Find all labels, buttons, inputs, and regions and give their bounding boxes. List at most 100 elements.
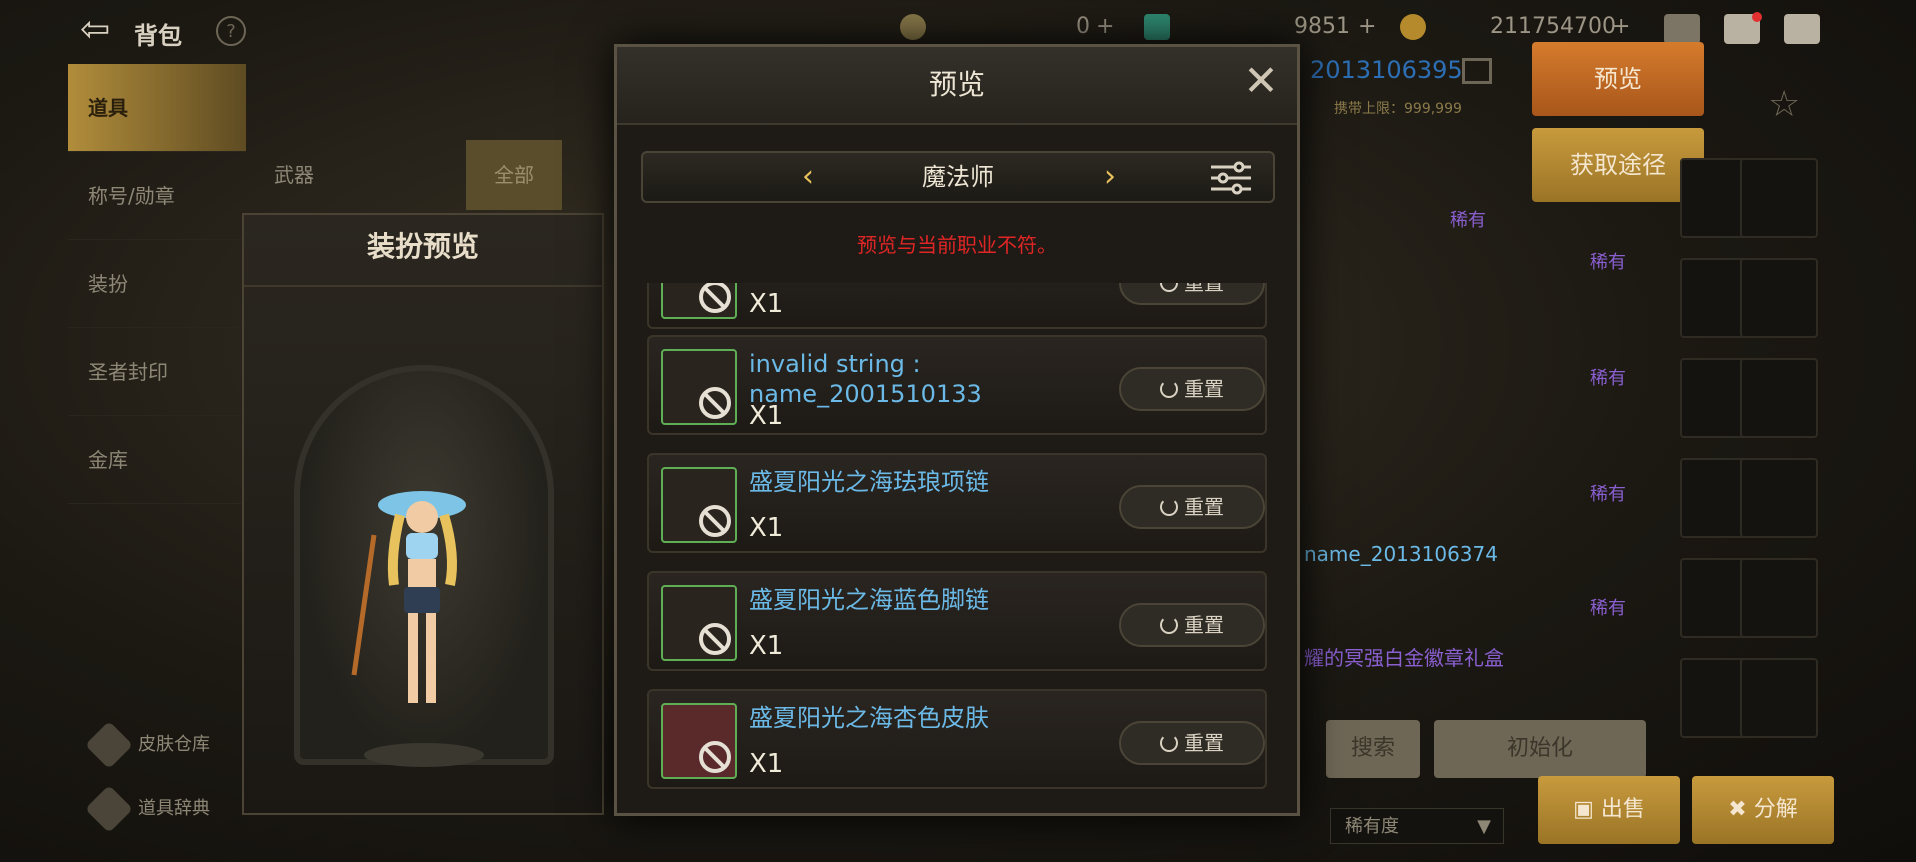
moon-currency-icon	[900, 14, 926, 40]
close-icon[interactable]: ✕	[1241, 60, 1281, 102]
tab-all[interactable]: 全部	[466, 140, 562, 210]
disassemble-icon: ✖	[1728, 797, 1754, 822]
item-thumbnail	[661, 703, 737, 779]
refresh-icon	[1160, 498, 1178, 516]
chevron-left-icon[interactable]: ‹	[793, 159, 823, 195]
skin-storage-label: 皮肤仓库	[138, 734, 210, 755]
list-item: X1 重置	[647, 283, 1267, 329]
obtain-route-button[interactable]: 获取途径	[1532, 128, 1704, 202]
item-quantity: X1	[749, 513, 784, 543]
rarity-label: 稀有	[1590, 368, 1626, 389]
preview-modal: 预览 ✕ ‹ 魔法师 › 预览与当前职业不符。 X1 重置 invalid st…	[614, 44, 1300, 816]
add-currency-1-icon[interactable]: +	[1096, 14, 1114, 39]
chevron-right-icon[interactable]: ›	[1095, 159, 1125, 195]
reset-button[interactable]: 重置	[1119, 283, 1265, 305]
shop-icon[interactable]	[1664, 14, 1700, 44]
inventory-slot[interactable]	[1740, 658, 1818, 738]
item-thumbnail	[661, 349, 737, 425]
item-thumbnail	[661, 283, 737, 319]
skin-storage-icon	[84, 720, 134, 770]
item-dictionary-link[interactable]: 道具辞典	[84, 784, 210, 834]
nav-item-outfits[interactable]: 装扮	[68, 240, 246, 328]
disassemble-button[interactable]: ✖ 分解	[1692, 776, 1834, 844]
item-thumbnail	[661, 467, 737, 543]
class-selector: ‹ 魔法师 ›	[641, 151, 1275, 203]
rarity-sort-dropdown[interactable]: 稀有度 ▼	[1330, 808, 1504, 844]
reset-button[interactable]: 重置	[1119, 603, 1265, 647]
currency-amount-3: 211754700	[1490, 14, 1616, 39]
reset-label: 重置	[1184, 495, 1224, 519]
reset-label: 重置	[1184, 377, 1224, 401]
refresh-icon	[1160, 283, 1178, 292]
reset-button[interactable]: 重置	[1119, 721, 1265, 765]
preview-button[interactable]: 预览	[1532, 42, 1704, 116]
inventory-slot[interactable]	[1740, 258, 1818, 338]
initialize-button[interactable]: 初始化	[1434, 720, 1646, 778]
rarity-label: 稀有	[1590, 598, 1626, 619]
item-name: 盛夏阳光之海杏色皮肤	[749, 704, 989, 732]
list-item: 盛夏阳光之海蓝色脚链 X1 重置	[647, 571, 1267, 671]
sell-button[interactable]: ▣ 出售	[1538, 776, 1680, 844]
character-figure	[351, 491, 484, 767]
disabled-icon	[699, 387, 731, 419]
currency-amount-2: 9851	[1294, 14, 1350, 39]
outfit-preview-panel: 装扮预览	[242, 213, 604, 815]
outfit-preview-title: 装扮预览	[244, 215, 602, 287]
list-item: 盛夏阳光之海珐琅项链 X1 重置	[647, 453, 1267, 553]
refresh-icon	[1160, 616, 1178, 634]
add-currency-2-icon[interactable]: +	[1358, 14, 1376, 39]
item-dictionary-icon	[84, 784, 134, 834]
preview-item-list[interactable]: X1 重置 invalid string : name_2001510133 X…	[647, 283, 1267, 803]
sell-icon: ▣	[1573, 797, 1601, 822]
rarity-sort-label: 稀有度	[1345, 816, 1399, 837]
currency-amount-1: 0	[1076, 14, 1090, 39]
item-quantity: X1	[749, 289, 784, 319]
modal-title: 预览	[928, 68, 985, 101]
nav-item-items[interactable]: 道具	[68, 64, 246, 152]
disabled-icon	[699, 283, 731, 313]
favorite-star-icon[interactable]: ☆	[1768, 84, 1800, 125]
reset-label: 重置	[1184, 731, 1224, 755]
item-quantity: X1	[749, 401, 784, 431]
reset-button[interactable]: 重置	[1119, 485, 1265, 529]
chat-icon[interactable]	[1784, 14, 1820, 44]
refresh-icon	[1160, 734, 1178, 752]
item-quantity: X1	[749, 749, 784, 779]
back-arrow-icon[interactable]: ⇦	[80, 10, 120, 50]
item-thumbnail	[661, 585, 737, 661]
nav-item-titles-medals[interactable]: 称号/勋章	[68, 152, 246, 240]
share-icon[interactable]	[1462, 58, 1492, 84]
add-currency-3-icon[interactable]: +	[1612, 14, 1630, 39]
item-quantity: X1	[749, 631, 784, 661]
disassemble-label: 分解	[1753, 797, 1798, 822]
sell-label: 出售	[1600, 797, 1645, 822]
inventory-slot[interactable]	[1740, 558, 1818, 638]
tab-weapon[interactable]: 武器	[246, 140, 342, 210]
reset-label: 重置	[1184, 613, 1224, 637]
item-name: invalid string : name_2001510133	[749, 350, 982, 408]
nav-item-saint-seal[interactable]: 圣者封印	[68, 328, 246, 416]
inventory-slot[interactable]	[1740, 358, 1818, 438]
nav-item-vault[interactable]: 金库	[68, 416, 246, 504]
page-title: 背包	[134, 22, 182, 50]
inventory-slot[interactable]	[1740, 458, 1818, 538]
item-name: 盛夏阳光之海蓝色脚链	[749, 586, 989, 614]
filter-settings-icon[interactable]	[1209, 161, 1253, 195]
search-button[interactable]: 搜索	[1326, 720, 1420, 778]
reset-button[interactable]: 重置	[1119, 367, 1265, 411]
item-name: 盛夏阳光之海珐琅项链	[749, 468, 989, 496]
help-icon[interactable]: ?	[216, 16, 246, 46]
list-item: 盛夏阳光之海杏色皮肤 X1 重置	[647, 689, 1267, 789]
modal-header: 预览 ✕	[617, 47, 1297, 125]
class-name: 魔法师	[922, 163, 994, 191]
refresh-icon	[1160, 380, 1178, 398]
skin-storage-link[interactable]: 皮肤仓库	[84, 720, 210, 770]
mail-notification-dot	[1752, 12, 1762, 22]
disabled-icon	[699, 623, 731, 655]
disabled-icon	[699, 505, 731, 537]
gold-coin-icon	[1400, 14, 1426, 40]
inventory-slot[interactable]	[1740, 158, 1818, 238]
gem-currency-icon	[1144, 14, 1170, 40]
rarity-label: 稀有	[1590, 252, 1626, 273]
rarity-label: 稀有	[1450, 210, 1486, 231]
